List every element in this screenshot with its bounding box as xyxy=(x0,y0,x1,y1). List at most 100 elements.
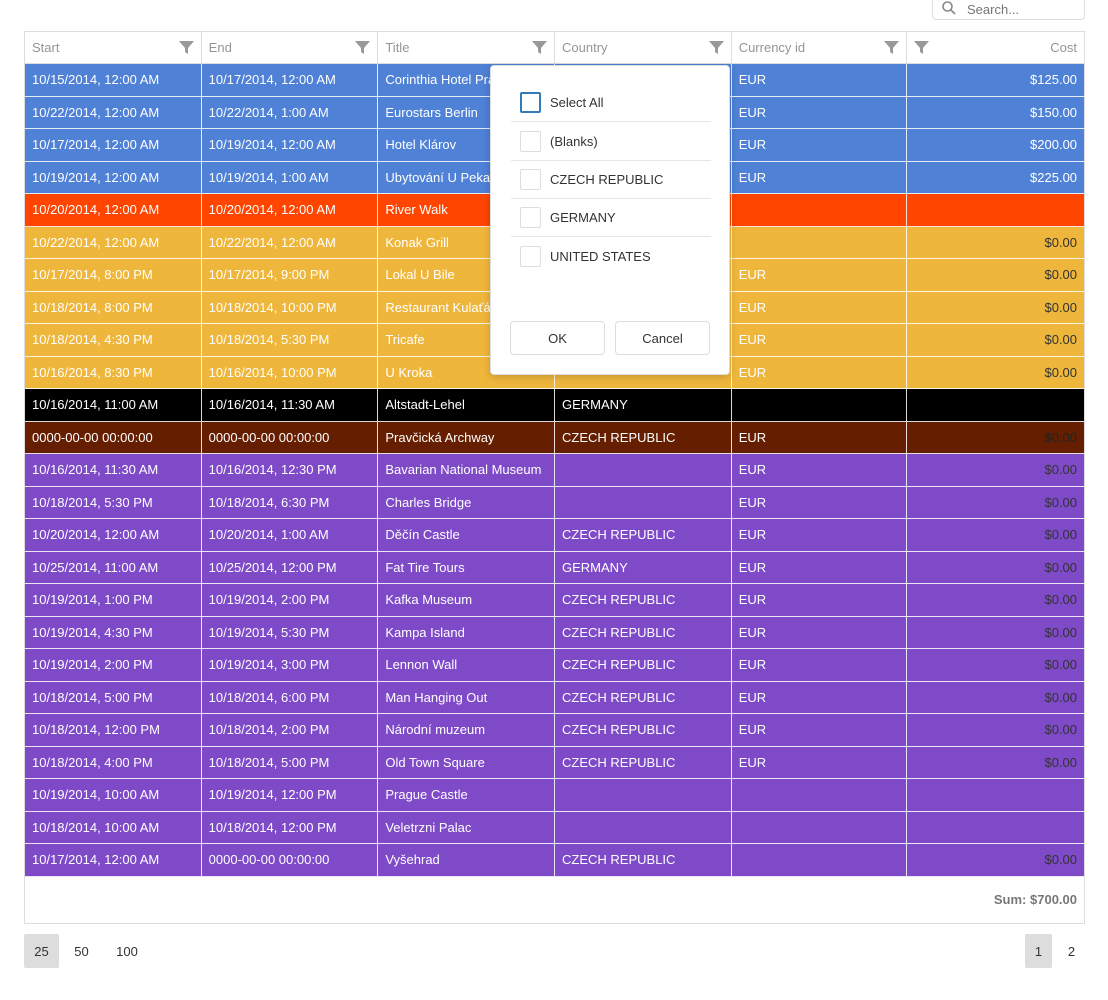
cell-end: 10/17/2014, 9:00 PM xyxy=(202,259,379,291)
search-box[interactable] xyxy=(932,0,1085,20)
cancel-button[interactable]: Cancel xyxy=(615,321,710,355)
checkbox[interactable] xyxy=(520,207,541,228)
cell-start: 10/16/2014, 8:30 PM xyxy=(25,356,202,388)
cell-currency-id: EUR xyxy=(732,356,908,388)
country-filter-popup: Select All (Blanks) CZECH REPUBLIC GERMA… xyxy=(490,65,730,375)
cell-country: CZECH REPUBLIC xyxy=(555,421,732,453)
table-row[interactable]: 10/19/2014, 4:30 PM 10/19/2014, 5:30 PM Ka… xyxy=(25,616,1084,649)
cell-end: 10/18/2014, 5:30 PM xyxy=(202,324,379,356)
cell-currency-id: EUR xyxy=(732,291,908,323)
table-row[interactable]: 10/16/2014, 11:30 AM 10/16/2014, 12:30 PM… xyxy=(25,454,1084,487)
cell-start: 10/17/2014, 12:00 AM xyxy=(25,129,202,161)
page-size-50[interactable]: 50 xyxy=(64,934,99,968)
table-row[interactable]: 10/25/2014, 11:00 AM 10/25/2014, 12:00 PM… xyxy=(25,551,1084,584)
cell-end: 10/18/2014, 10:00 PM xyxy=(202,291,379,323)
search-input[interactable] xyxy=(965,0,1075,18)
filter-icon[interactable] xyxy=(914,40,930,55)
table-row[interactable]: 10/18/2014, 5:00 PM 10/18/2014, 6:00 PM Ma… xyxy=(25,681,1084,714)
table-row[interactable]: 10/20/2014, 12:00 AM 10/20/2014, 1:00 AM D… xyxy=(25,519,1084,552)
cell-country xyxy=(555,779,732,811)
filter-icon[interactable] xyxy=(355,40,371,55)
cell-start: 10/19/2014, 10:00 AM xyxy=(25,779,202,811)
cell-cost: $0.00 xyxy=(1044,657,1078,673)
cell-currency-id: EUR xyxy=(732,454,908,486)
search-icon xyxy=(941,0,957,16)
cell-cost: $0.00 xyxy=(1044,689,1078,705)
cell-end: 10/18/2014, 6:30 PM xyxy=(202,486,379,518)
cell-cost xyxy=(907,194,1084,226)
page-size-100[interactable]: 100 xyxy=(107,934,147,968)
checkbox[interactable] xyxy=(520,131,541,152)
cell-end: 10/22/2014, 1:00 AM xyxy=(202,96,379,128)
column-header-cost[interactable]: Cost xyxy=(907,32,1084,63)
cell-start: 10/25/2014, 11:00 AM xyxy=(25,551,202,583)
column-header-currency-id[interactable]: Currency id xyxy=(732,32,908,63)
cell-end: 10/19/2014, 1:00 AM xyxy=(202,161,379,193)
cell-start: 10/19/2014, 4:30 PM xyxy=(25,616,202,648)
filter-icon[interactable] xyxy=(532,40,548,55)
filter-option-label: GERMANY xyxy=(550,210,616,225)
cell-title: Man Hanging Out xyxy=(378,681,556,713)
cell-currency-id xyxy=(732,811,908,843)
filter-option-label: (Blanks) xyxy=(550,134,598,149)
table-row[interactable]: 0000-00-00 00:00:00 0000-00-00 00:00:00 Pr… xyxy=(25,421,1084,454)
cell-currency-id: EUR xyxy=(732,324,908,356)
table-row[interactable]: 10/19/2014, 1:00 PM 10/19/2014, 2:00 PM Ka… xyxy=(25,584,1084,617)
page-number-2[interactable]: 2 xyxy=(1058,934,1085,968)
cell-title: Kampa Island xyxy=(378,616,556,648)
table-row[interactable]: 10/19/2014, 2:00 PM 10/19/2014, 3:00 PM Le… xyxy=(25,649,1084,682)
cell-start: 0000-00-00 00:00:00 xyxy=(25,421,202,453)
cell-currency-id: EUR xyxy=(732,714,908,746)
cell-currency-id xyxy=(732,226,908,258)
cell-currency-id: EUR xyxy=(732,681,908,713)
column-header-label: End xyxy=(208,40,232,55)
cell-end: 10/20/2014, 1:00 AM xyxy=(202,519,379,551)
table-row[interactable]: 10/19/2014, 10:00 AM 10/19/2014, 12:00 PM… xyxy=(25,779,1084,812)
cell-cost xyxy=(907,389,1084,421)
filter-option-germany[interactable]: GERMANY xyxy=(511,199,711,237)
cell-end: 0000-00-00 00:00:00 xyxy=(202,844,379,876)
cell-end: 10/18/2014, 6:00 PM xyxy=(202,681,379,713)
cell-cost: $0.00 xyxy=(1044,494,1078,510)
table-row[interactable]: 10/16/2014, 11:00 AM 10/16/2014, 11:30 AM… xyxy=(25,389,1084,422)
table-row[interactable]: 10/18/2014, 5:30 PM 10/18/2014, 6:30 PM Ch… xyxy=(25,486,1084,519)
filter-option-united-states[interactable]: UNITED STATES xyxy=(511,237,711,275)
checkbox[interactable] xyxy=(520,245,541,267)
column-header-end[interactable]: End xyxy=(202,32,379,63)
ok-button[interactable]: OK xyxy=(510,321,605,355)
cell-end: 10/19/2014, 5:30 PM xyxy=(202,616,379,648)
column-header-start[interactable]: Start xyxy=(25,32,202,63)
cell-title: Kafka Museum xyxy=(378,584,556,616)
filter-icon[interactable] xyxy=(884,40,900,55)
cell-end: 10/16/2014, 11:30 AM xyxy=(202,389,379,421)
table-row[interactable]: 10/17/2014, 12:00 AM 0000-00-00 00:00:00 V… xyxy=(25,844,1084,877)
filter-option-czech-republic[interactable]: CZECH REPUBLIC xyxy=(511,161,711,199)
cell-cost xyxy=(907,812,1084,844)
cell-currency-id: EUR xyxy=(732,584,908,616)
page-number-1[interactable]: 1 xyxy=(1025,934,1052,968)
cell-start: 10/18/2014, 8:00 PM xyxy=(25,291,202,323)
checkbox[interactable] xyxy=(520,92,541,113)
table-row[interactable]: 10/18/2014, 12:00 PM 10/18/2014, 2:00 PM N… xyxy=(25,714,1084,747)
checkbox[interactable] xyxy=(520,169,541,190)
cell-country: CZECH REPUBLIC xyxy=(555,616,732,648)
cell-start: 10/18/2014, 5:00 PM xyxy=(25,681,202,713)
filter-icon[interactable] xyxy=(178,40,194,55)
cell-start: 10/17/2014, 8:00 PM xyxy=(25,259,202,291)
column-header-title[interactable]: Title xyxy=(378,32,556,63)
filter-option-blanks[interactable]: (Blanks) xyxy=(511,123,711,161)
table-row[interactable]: 10/18/2014, 10:00 AM 10/18/2014, 12:00 PM… xyxy=(25,811,1084,844)
cell-currency-id xyxy=(732,779,908,811)
cell-title: Prague Castle xyxy=(378,779,556,811)
filter-option-select-all[interactable]: Select All xyxy=(511,84,711,122)
cell-title: Pravčická Archway xyxy=(378,421,556,453)
column-header-country[interactable]: Country xyxy=(555,32,732,63)
cell-start: 10/18/2014, 4:00 PM xyxy=(25,746,202,778)
cell-cost: $0.00 xyxy=(1044,234,1078,250)
page-size-25[interactable]: 25 xyxy=(24,934,59,968)
table-row[interactable]: 10/18/2014, 4:00 PM 10/18/2014, 5:00 PM Ol… xyxy=(25,746,1084,779)
cell-start: 10/22/2014, 12:00 AM xyxy=(25,226,202,258)
filter-icon[interactable] xyxy=(708,40,724,55)
cell-end: 0000-00-00 00:00:00 xyxy=(202,421,379,453)
filter-option-label: UNITED STATES xyxy=(550,248,651,264)
